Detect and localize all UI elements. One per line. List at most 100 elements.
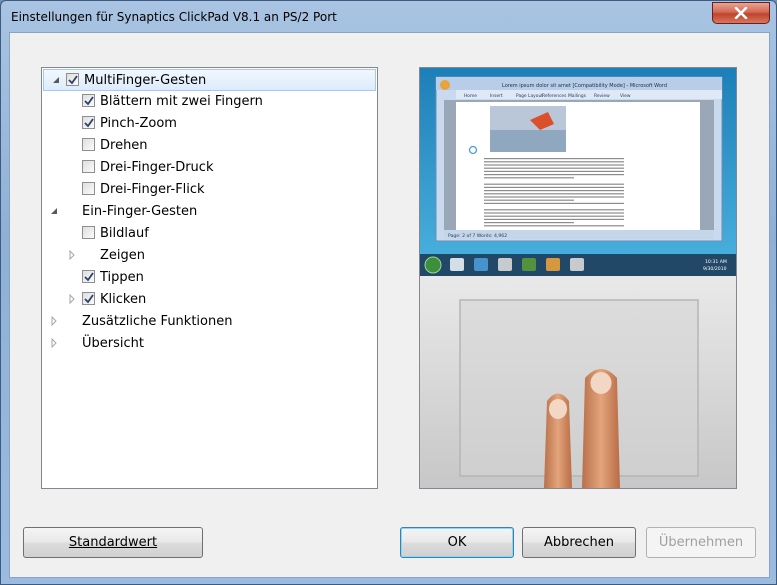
tree-item[interactable]: Ein-Finger-Gesten <box>42 201 377 223</box>
tree-item-label: Drehen <box>100 138 148 153</box>
preview-fingernail-left <box>549 399 567 419</box>
apply-button[interactable]: Übernehmen <box>646 527 756 558</box>
preview-text-line <box>484 170 624 172</box>
cancel-button[interactable]: Abbrechen <box>522 527 636 558</box>
tree-item-label: Drei-Finger-Flick <box>100 182 205 197</box>
preview-text-line <box>484 225 624 227</box>
preview-taskbar-time: 10:31 AM <box>705 259 727 265</box>
tree-item[interactable]: Drei-Finger-Druck <box>42 157 377 179</box>
checkbox[interactable] <box>82 94 95 107</box>
tree-item[interactable]: Zeigen <box>42 245 377 267</box>
preview-text-line <box>484 174 624 176</box>
preview-text-line <box>484 202 624 204</box>
tree-item-label: Drei-Finger-Druck <box>100 160 214 175</box>
collapsed-arrow-icon[interactable] <box>49 316 59 326</box>
preview-ribbon-tab: Mailings <box>568 93 587 99</box>
collapsed-arrow-icon[interactable] <box>67 294 77 304</box>
tree-item-label: Bildlauf <box>100 226 149 241</box>
preview-text-line <box>484 161 624 163</box>
checkmark-icon <box>84 118 94 128</box>
checkbox[interactable] <box>82 292 95 305</box>
preview-illustration: Lorem ipsum dolor sit amet [Compatibilit… <box>420 68 736 488</box>
checkmark-icon <box>84 272 94 282</box>
apply-button-label: Übernehmen <box>658 535 744 550</box>
checkbox[interactable] <box>82 226 95 239</box>
tree-item[interactable]: Übersicht <box>42 333 377 355</box>
window-title: Einstellungen für Synaptics ClickPad V8.… <box>11 10 337 24</box>
checkbox[interactable] <box>82 116 95 129</box>
title-bar[interactable]: Einstellungen für Synaptics ClickPad V8.… <box>1 1 776 31</box>
preview-text-line <box>484 183 624 185</box>
preview-taskbar-icon <box>498 258 512 271</box>
preview-ribbon-tab: Review <box>594 93 610 99</box>
preview-text-line <box>484 193 624 195</box>
tree-item[interactable]: Tippen <box>42 267 377 289</box>
expanded-arrow-icon[interactable] <box>49 206 59 216</box>
dialog-client-area: ? MultiFinger-GestenBlättern mit zwei Fi… <box>9 32 770 578</box>
checkbox[interactable] <box>82 160 95 173</box>
checkbox[interactable] <box>82 138 95 151</box>
preview-ribbon-tab: Page Layout <box>516 93 543 99</box>
tree-item-label: MultiFinger-Gesten <box>84 73 207 88</box>
preview-fingernail-right <box>590 372 612 394</box>
tree-item-label: Übersicht <box>82 336 144 351</box>
tree-item-label: Ein-Finger-Gesten <box>82 204 198 219</box>
checkmark-icon <box>68 75 78 85</box>
preview-text-line <box>484 222 574 224</box>
tree-item[interactable]: Bildlauf <box>42 223 377 245</box>
tree-item-label: Zeigen <box>100 248 146 263</box>
preview-text-line <box>484 199 574 201</box>
preview-text-line <box>484 158 624 160</box>
preview-word-title: Lorem ipsum dolor sit amet [Compatibilit… <box>502 83 667 89</box>
cancel-button-label: Abbrechen <box>543 535 615 550</box>
default-button[interactable]: Standardwert <box>23 527 203 558</box>
tree-item[interactable]: Pinch-Zoom <box>42 113 377 135</box>
preview-taskbar-icon <box>474 258 488 271</box>
close-button[interactable] <box>712 2 770 24</box>
checkbox[interactable] <box>82 270 95 283</box>
ok-button-label: OK <box>447 535 467 550</box>
preview-ribbon-tab: Insert <box>490 93 503 99</box>
preview-text-line <box>484 212 624 214</box>
expanded-arrow-icon[interactable] <box>51 75 61 85</box>
preview-taskbar-icon <box>546 258 560 271</box>
tree-item-label: Klicken <box>100 292 147 307</box>
preview-ribbon-tab: View <box>620 93 631 99</box>
preview-ribbon-tab: References <box>542 93 567 99</box>
tree-item-label: Blättern mit zwei Fingern <box>100 94 263 109</box>
tree-item[interactable]: Blättern mit zwei Fingern <box>42 91 377 113</box>
tree-item[interactable]: Drehen <box>42 135 377 157</box>
checkbox[interactable] <box>82 182 95 195</box>
collapsed-arrow-icon[interactable] <box>49 338 59 348</box>
checkmark-icon <box>84 294 94 304</box>
dialog-window: Einstellungen für Synaptics ClickPad V8.… <box>0 0 777 585</box>
close-icon <box>734 7 748 19</box>
preview-text-line <box>484 186 624 188</box>
collapsed-arrow-icon[interactable] <box>67 250 77 260</box>
preview-office-icon <box>440 80 450 90</box>
tree-item[interactable]: Klicken <box>42 289 377 311</box>
preview-taskbar-date: 9/30/2010 <box>703 266 727 272</box>
preview-text-line <box>484 218 624 220</box>
preview-taskbar-icon <box>522 258 536 271</box>
preview-photo-water <box>490 130 566 152</box>
preview-touchpad <box>459 299 699 477</box>
tree-item[interactable]: MultiFinger-Gesten <box>43 69 376 91</box>
preview-start-icon <box>424 256 442 274</box>
preview-taskbar-icon <box>450 258 464 271</box>
default-button-label: Standardwert <box>68 535 158 550</box>
preview-status-text: Page: 2 of 7 Words: 4,962 <box>448 233 507 239</box>
checkmark-icon <box>84 96 94 106</box>
ok-button[interactable]: OK <box>400 527 514 558</box>
checkbox[interactable] <box>66 73 79 86</box>
preview-taskbar-icon <box>570 258 584 271</box>
tree-item[interactable]: Zusätzliche Funktionen <box>42 311 377 333</box>
tree-item[interactable]: Drei-Finger-Flick <box>42 179 377 201</box>
preview-text-line <box>484 167 624 169</box>
preview-text-line <box>484 190 624 192</box>
settings-tree[interactable]: ? MultiFinger-GestenBlättern mit zwei Fi… <box>41 67 378 489</box>
preview-ribbon-tabs: Home Insert Page Layout References Mailings R… <box>464 93 631 99</box>
preview-ribbon-tab: Home <box>464 93 477 99</box>
gesture-preview: Lorem ipsum dolor sit amet [Compatibilit… <box>419 67 737 489</box>
tree-item-label: Tippen <box>100 270 144 285</box>
